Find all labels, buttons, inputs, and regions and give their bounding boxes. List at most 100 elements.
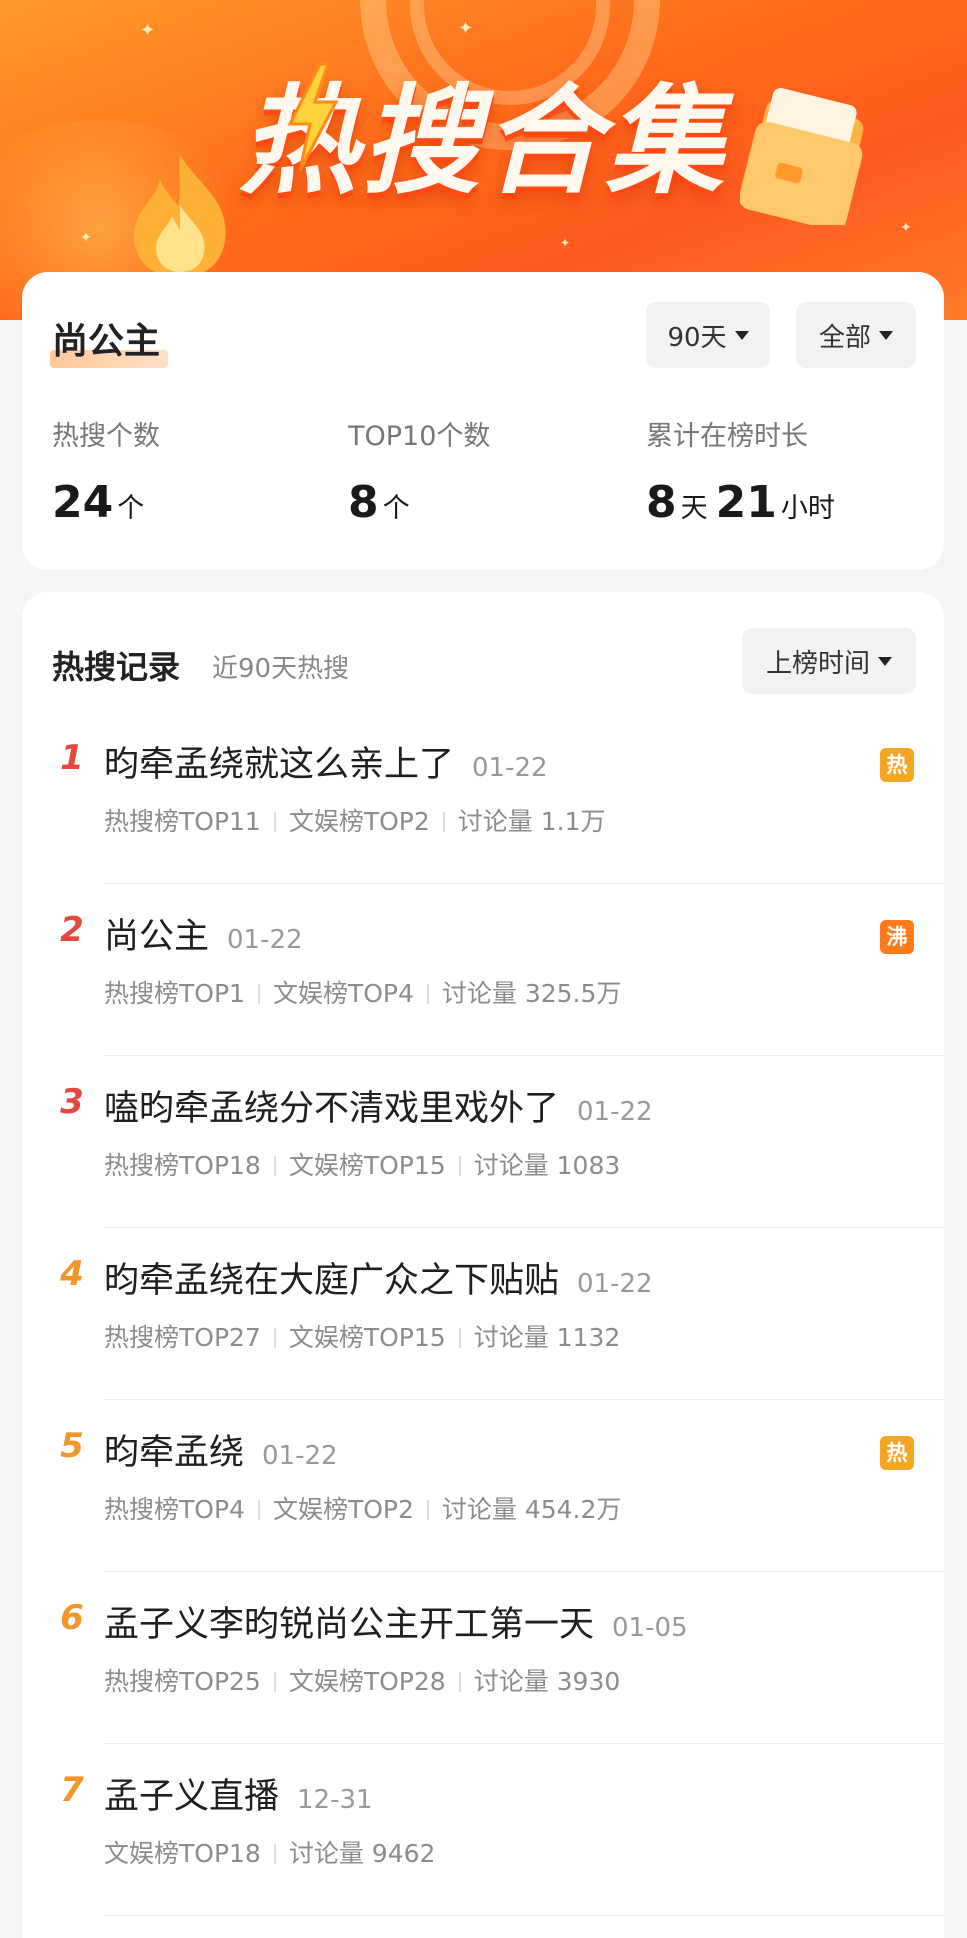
summary-card: 尚公主 90天 全部 热搜个数 24 个 TOP10个数 8个 累计在榜时长 8天… xyxy=(22,272,944,570)
hot-badge: 热 xyxy=(880,1436,914,1470)
meta-item: 讨论量 1132 xyxy=(473,1323,621,1352)
record-title: 昀牵孟绕 xyxy=(104,1433,245,1473)
rank-number: 6 xyxy=(60,1598,84,1638)
stat-total-duration: 累计在榜时长 8 天 21 小时 xyxy=(646,414,843,528)
banner-title: 热搜合集 xyxy=(239,72,728,210)
records-title: 热搜记录 xyxy=(52,648,181,686)
record-date: 01-22 xyxy=(577,1097,653,1127)
meta-item: 文娱榜TOP15 xyxy=(288,1323,446,1352)
boil-badge: 沸 xyxy=(880,920,914,954)
rank-number: 2 xyxy=(60,910,84,950)
records-subtitle: 近90天热搜 xyxy=(212,654,350,684)
meta-item: 文娱榜TOP18 xyxy=(104,1839,261,1868)
meta-item: 讨论量 9462 xyxy=(288,1839,436,1868)
sparkle-icon: ✦ xyxy=(140,20,156,41)
stat-label: TOP10个数 xyxy=(348,421,491,452)
record-item[interactable]: 4 昀牵孟绕在大庭广众之下贴贴 01-22 热搜榜TOP27 文娱榜TOP15 讨论量 1… xyxy=(22,1228,944,1400)
record-item[interactable]: 5 昀牵孟绕 01-22 热搜榜TOP4 文娱榜TOP2 讨论量 454.2万 热 xyxy=(22,1400,944,1572)
meta-item: 讨论量 1083 xyxy=(473,1151,621,1180)
rank-number: 7 xyxy=(60,1770,84,1810)
record-date: 12-31 xyxy=(297,1785,373,1815)
record-meta: 热搜榜TOP1 文娱榜TOP4 讨论量 325.5万 xyxy=(104,974,621,1010)
sparkle-icon: ✦ xyxy=(458,18,474,39)
record-title: 孟子义直播 xyxy=(104,1777,280,1817)
record-meta: 文娱榜TOP18 讨论量 9462 xyxy=(104,1834,435,1870)
stat-number: 8 xyxy=(348,477,379,528)
record-title: 嗑昀牵孟绕分不清戏里戏外了 xyxy=(104,1089,560,1129)
rank-number: 5 xyxy=(60,1426,84,1466)
meta-separator xyxy=(458,1328,461,1348)
record-title-line: 昀牵孟绕 01-22 xyxy=(104,1424,338,1475)
rank-number: 1 xyxy=(60,738,84,778)
meta-item: 文娱榜TOP28 xyxy=(288,1667,446,1696)
record-title-line: 昀牵孟绕就这么亲上了 01-22 xyxy=(104,736,548,787)
rank-number: 3 xyxy=(60,1082,84,1122)
sort-label: 上榜时间 xyxy=(765,648,870,679)
record-title: 尚公主 xyxy=(104,917,210,957)
meta-item: 热搜榜TOP18 xyxy=(104,1151,261,1180)
meta-item: 热搜榜TOP25 xyxy=(104,1667,261,1696)
sparkle-icon: ✦ xyxy=(900,220,912,236)
record-item[interactable]: 7 孟子义直播 12-31 文娱榜TOP18 讨论量 9462 xyxy=(22,1744,944,1916)
sort-dropdown[interactable]: 上榜时间 xyxy=(742,628,916,694)
meta-separator xyxy=(257,984,260,1004)
stat-number: 21 xyxy=(715,477,777,528)
record-date: 01-22 xyxy=(262,1441,338,1471)
record-item[interactable]: 2 尚公主 01-22 热搜榜TOP1 文娱榜TOP4 讨论量 325.5万 沸 xyxy=(22,884,944,1056)
stat-number: 24 xyxy=(52,477,114,528)
meta-separator xyxy=(273,1156,276,1176)
stat-label: 热搜个数 xyxy=(52,421,160,452)
record-title: 昀牵孟绕就这么亲上了 xyxy=(104,745,455,785)
stat-top10-count: TOP10个数 8个 xyxy=(348,414,490,528)
record-meta: 热搜榜TOP27 文娱榜TOP15 讨论量 1132 xyxy=(104,1318,620,1354)
record-meta: 热搜榜TOP4 文娱榜TOP2 讨论量 454.2万 xyxy=(104,1490,621,1526)
page: ✦ ✦ ✦ ✦ ✦ 热搜合集 尚公主 90天 全部 热搜个数 24 个 TOP1… xyxy=(0,0,967,1938)
meta-item: 讨论量 1.1万 xyxy=(457,807,606,836)
stat-unit: 个 xyxy=(382,493,410,524)
meta-separator xyxy=(273,1328,276,1348)
meta-item: 热搜榜TOP4 xyxy=(104,1495,245,1524)
meta-separator xyxy=(273,812,276,832)
record-date: 01-22 xyxy=(227,925,303,955)
hot-badge: 热 xyxy=(880,748,914,782)
meta-item: 热搜榜TOP27 xyxy=(104,1323,261,1352)
record-date: 01-22 xyxy=(577,1269,653,1299)
record-title-line: 孟子义直播 12-31 xyxy=(104,1768,373,1819)
meta-item: 讨论量 3930 xyxy=(473,1667,621,1696)
meta-item: 讨论量 454.2万 xyxy=(441,1495,622,1524)
days-filter-dropdown[interactable]: 90天 xyxy=(646,302,770,368)
stat-value: 24 个 xyxy=(52,477,160,528)
stat-number: 8 xyxy=(646,477,677,528)
stat-label: 累计在榜时长 xyxy=(646,421,808,452)
record-meta: 热搜榜TOP18 文娱榜TOP15 讨论量 1083 xyxy=(104,1146,620,1182)
sparkle-icon: ✦ xyxy=(560,236,571,250)
record-title: 昀牵孟绕在大庭广众之下贴贴 xyxy=(104,1261,560,1301)
row-divider xyxy=(104,1915,944,1916)
record-title-line: 孟子义李昀锐尚公主开工第一天 01-05 xyxy=(104,1596,688,1647)
stat-unit: 小时 xyxy=(780,493,835,524)
meta-item: 讨论量 325.5万 xyxy=(441,979,622,1008)
meta-separator xyxy=(273,1844,276,1864)
record-title: 孟子义李昀锐尚公主开工第一天 xyxy=(104,1605,595,1645)
meta-separator xyxy=(426,984,429,1004)
record-item[interactable]: 1 昀牵孟绕就这么亲上了 01-22 热搜榜TOP11 文娱榜TOP2 讨论量 1.1万 热 xyxy=(22,712,944,884)
meta-separator xyxy=(442,812,445,832)
caret-down-icon xyxy=(878,656,892,666)
meta-separator xyxy=(426,1500,429,1520)
meta-separator xyxy=(257,1500,260,1520)
record-title-line: 尚公主 01-22 xyxy=(104,908,303,959)
stat-unit: 天 xyxy=(680,493,708,524)
record-item[interactable]: 6 孟子义李昀锐尚公主开工第一天 01-05 热搜榜TOP25 文娱榜TOP28 讨论量 … xyxy=(22,1572,944,1744)
stat-value: 8个 xyxy=(348,477,490,528)
stat-value: 8 天 21 小时 xyxy=(646,477,843,528)
record-item[interactable]: 3 嗑昀牵孟绕分不清戏里戏外了 01-22 热搜榜TOP18 文娱榜TOP15 讨论量 1… xyxy=(22,1056,944,1228)
meta-item: 文娱榜TOP4 xyxy=(272,979,414,1008)
topic-title: 尚公主 xyxy=(50,312,168,368)
meta-item: 热搜榜TOP11 xyxy=(104,807,261,836)
meta-separator xyxy=(273,1672,276,1692)
meta-item: 文娱榜TOP15 xyxy=(288,1151,446,1180)
scope-filter-dropdown[interactable]: 全部 xyxy=(796,302,916,368)
record-meta: 热搜榜TOP11 文娱榜TOP2 讨论量 1.1万 xyxy=(104,802,606,838)
caret-down-icon xyxy=(734,330,749,340)
hot-search-records-card: 热搜记录 近90天热搜 上榜时间 1 昀牵孟绕就这么亲上了 01-22 热搜榜TOP1… xyxy=(22,592,944,1938)
